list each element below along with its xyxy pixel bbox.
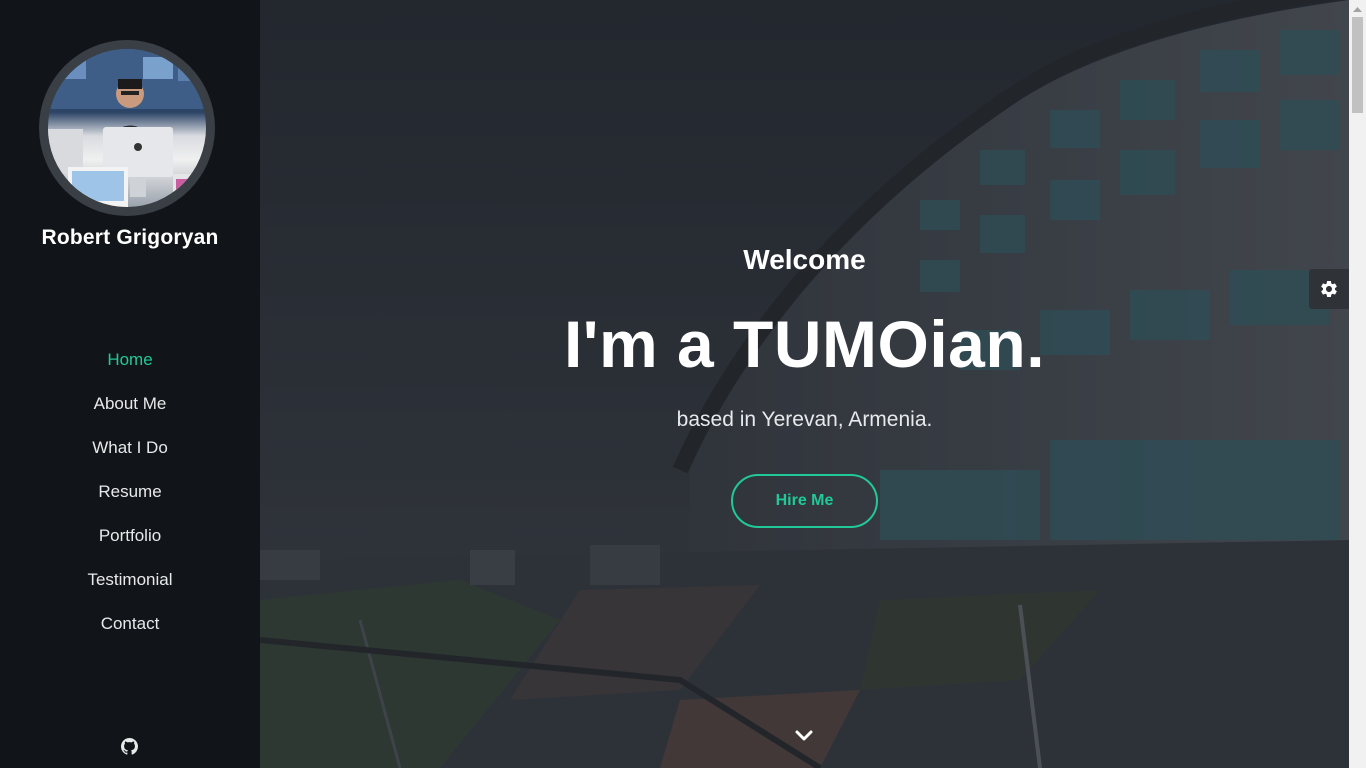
nav-item-home[interactable]: Home [0,338,260,382]
profile-name: Robert Grigoryan [41,226,219,249]
hero-subline: based in Yerevan, Armenia. [676,408,933,431]
main-nav: Home About Me What I Do Resume Portfolio… [0,338,260,646]
nav-item-contact[interactable]: Contact [0,602,260,646]
nav-item-what-i-do[interactable]: What I Do [0,426,260,470]
hire-me-button[interactable]: Hire Me [731,474,878,528]
chevron-down-icon[interactable] [794,728,814,744]
gear-icon [1321,281,1337,297]
avatar-frame [39,40,215,216]
page-scrollbar[interactable] [1349,0,1366,768]
hero-content: Welcome I'm a TUMOian. based in Yerevan,… [260,0,1349,768]
scroll-up-icon[interactable] [1349,0,1366,17]
sidebar: Robert Grigoryan Home About Me What I Do… [0,0,260,768]
avatar-photo [48,49,206,207]
nav-item-resume[interactable]: Resume [0,470,260,514]
nav-item-about-me[interactable]: About Me [0,382,260,426]
nav-item-portfolio[interactable]: Portfolio [0,514,260,558]
hero-headline: I'm a TUMOian. [563,307,1046,381]
nav-item-testimonial[interactable]: Testimonial [0,558,260,602]
hero-section: Welcome I'm a TUMOian. based in Yerevan,… [260,0,1349,768]
settings-toggle-button[interactable] [1309,269,1349,309]
hero-welcome: Welcome [743,244,866,275]
avatar [48,49,206,207]
scrollbar-thumb[interactable] [1352,17,1363,113]
github-icon[interactable] [121,738,138,755]
